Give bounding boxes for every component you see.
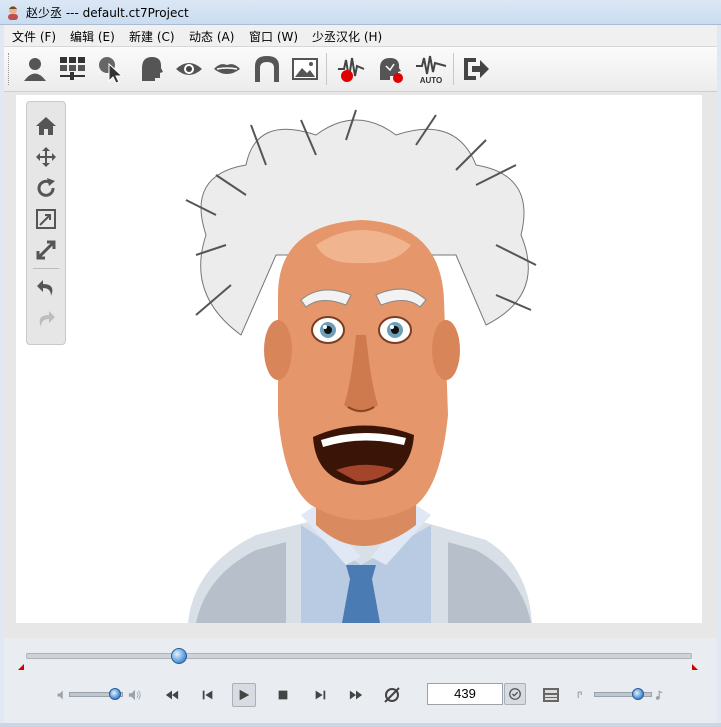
toolbar-separator — [326, 53, 327, 85]
current-frame-field[interactable]: 439 — [427, 683, 503, 705]
view-toolbar-separator — [33, 268, 59, 269]
select-pointer-icon[interactable] — [96, 54, 126, 84]
window-bottom-edge — [0, 723, 721, 727]
scale-icon[interactable] — [34, 207, 58, 231]
title-bar: 赵少丞 --- default.ct7Project — [0, 0, 721, 25]
move-icon[interactable] — [34, 145, 58, 169]
toolbar-grip[interactable] — [8, 53, 12, 85]
grid-panel-icon[interactable] — [58, 54, 88, 84]
menu-file[interactable]: 文件 (F) — [12, 28, 56, 45]
volume-slider-knob[interactable] — [108, 688, 121, 700]
character-stage[interactable] — [16, 95, 702, 623]
person-icon[interactable] — [20, 54, 50, 84]
view-toolbar — [26, 101, 66, 345]
timeline-end-marker[interactable] — [692, 664, 698, 670]
mouth-icon[interactable] — [212, 54, 242, 84]
timeline-start-marker[interactable] — [18, 664, 24, 670]
next-frame-icon[interactable] — [308, 683, 332, 707]
auto-lipsync-icon[interactable]: AUTO — [414, 54, 448, 84]
play-icon[interactable] — [232, 683, 256, 707]
record-audio-icon[interactable] — [336, 54, 366, 84]
menu-edit[interactable]: 编辑 (E) — [70, 28, 115, 45]
cartoon-scientist-character[interactable] — [16, 95, 702, 623]
volume-max-icon[interactable] — [123, 683, 147, 707]
menu-localization[interactable]: 少丞汉化 (H) — [312, 28, 382, 45]
speed-fast-icon[interactable] — [648, 683, 672, 707]
clock-icon[interactable] — [504, 683, 526, 705]
undo-icon[interactable] — [34, 276, 58, 300]
record-voice-icon[interactable] — [376, 54, 406, 84]
exit-icon[interactable] — [460, 54, 490, 84]
fast-forward-icon[interactable] — [344, 683, 368, 707]
rewind-icon[interactable] — [160, 683, 184, 707]
main-toolbar: AUTO — [4, 47, 717, 92]
stop-icon[interactable] — [271, 683, 295, 707]
menu-window[interactable]: 窗口 (W) — [249, 28, 298, 45]
face-outline-icon[interactable] — [252, 54, 282, 84]
app-avatar-icon — [8, 6, 18, 20]
menu-bar: 文件 (F) 编辑 (E) 新建 (C) 动态 (A) 窗口 (W) 少丞汉化 … — [4, 25, 717, 47]
previous-frame-icon[interactable] — [196, 683, 220, 707]
toolbar-separator — [453, 53, 454, 85]
redo-icon[interactable] — [34, 307, 58, 331]
menu-create[interactable]: 新建 (C) — [129, 28, 175, 45]
render-settings-icon[interactable] — [539, 683, 563, 707]
menu-animation[interactable]: 动态 (A) — [189, 28, 234, 45]
expand-icon[interactable] — [34, 238, 58, 262]
speed-slow-icon[interactable] — [570, 683, 594, 707]
window-title: 赵少丞 --- default.ct7Project — [26, 6, 189, 20]
speed-slider-knob[interactable] — [631, 688, 644, 700]
head-icon[interactable] — [136, 54, 166, 84]
loop-off-icon[interactable] — [380, 683, 404, 707]
image-icon[interactable] — [290, 54, 320, 84]
playback-panel — [4, 638, 717, 723]
timeline-track[interactable] — [26, 653, 692, 659]
rotate-icon[interactable] — [34, 176, 58, 200]
eye-icon[interactable] — [174, 54, 204, 84]
auto-label: AUTO — [420, 76, 443, 84]
home-icon[interactable] — [34, 114, 58, 138]
